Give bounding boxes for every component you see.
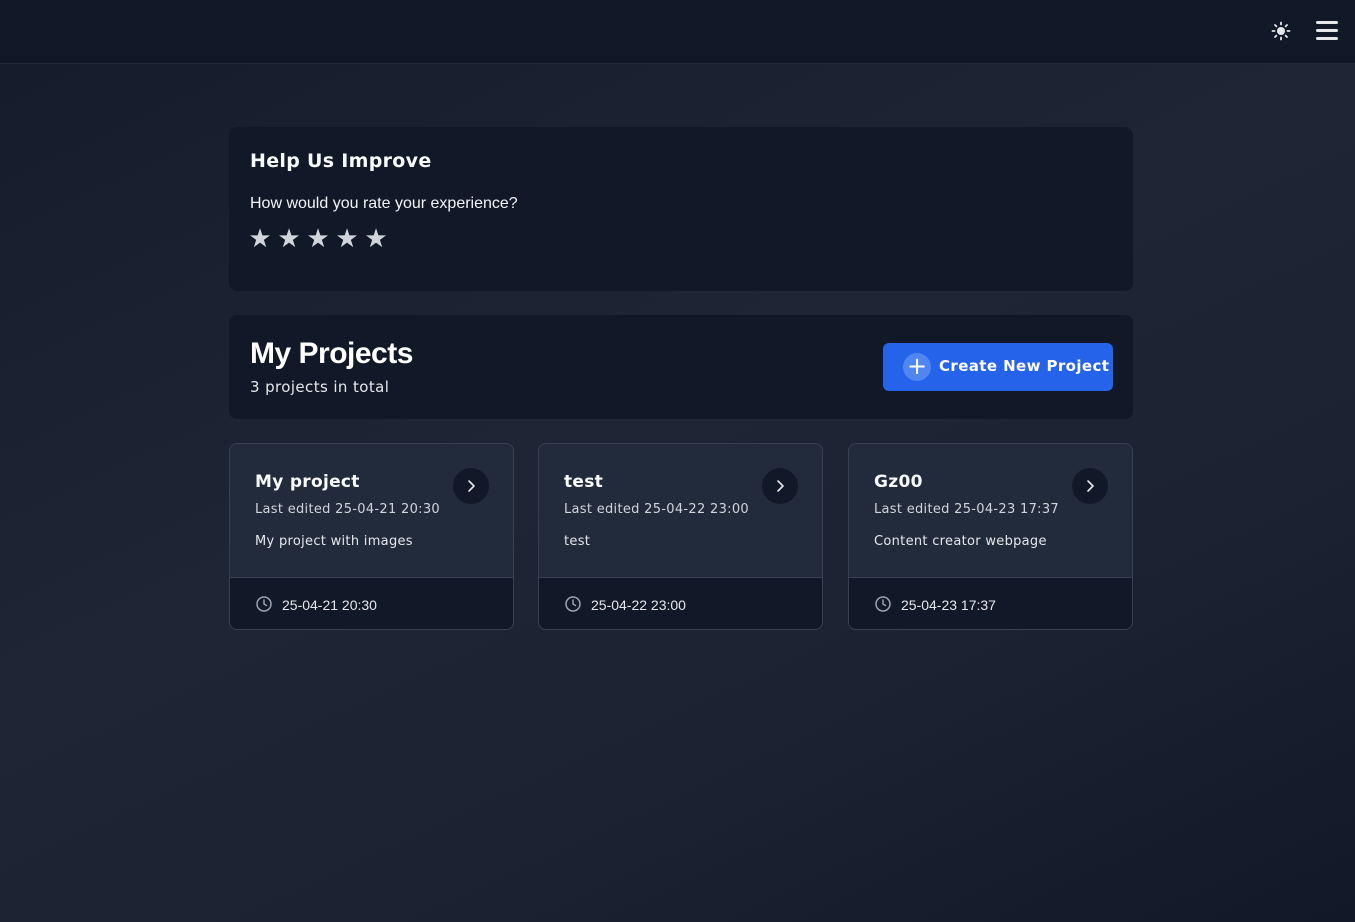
clock-icon xyxy=(565,596,581,612)
star-icon-5[interactable]: ★ xyxy=(364,225,388,253)
star-icon-4[interactable]: ★ xyxy=(335,225,359,253)
projects-header: My Projects 3 projects in total + Create… xyxy=(229,315,1133,419)
chevron-right-graphic xyxy=(777,480,784,492)
chevron-right-icon[interactable] xyxy=(453,468,489,504)
create-new-project-button[interactable]: + Create New Project xyxy=(883,343,1113,391)
project-card-3[interactable]: Gz00 Last edited 25-04-23 17:37 Content … xyxy=(848,443,1133,630)
star-icon-3[interactable]: ★ xyxy=(306,225,330,253)
project-title: Gz00 xyxy=(874,472,923,492)
projects-count: 3 projects in total xyxy=(250,378,390,396)
chevron-right-graphic xyxy=(468,480,475,492)
project-card-footer: 25-04-22 23:00 xyxy=(539,577,822,629)
plus-icon: + xyxy=(903,353,931,381)
menu-bar-line xyxy=(1316,29,1338,32)
hamburger-menu-icon[interactable] xyxy=(1313,18,1341,44)
sun-icon-graphic xyxy=(1271,21,1291,41)
menu-bar-line xyxy=(1316,21,1338,24)
project-description: My project with images xyxy=(255,534,413,549)
feedback-title: Help Us Improve xyxy=(250,150,432,172)
star-icon-2[interactable]: ★ xyxy=(277,225,301,253)
project-last-edited: Last edited 25-04-21 20:30 xyxy=(255,502,440,517)
project-date: 25-04-22 23:00 xyxy=(591,597,686,613)
project-card-1[interactable]: My project Last edited 25-04-21 20:30 My… xyxy=(229,443,514,630)
clock-icon xyxy=(875,596,891,612)
star-icon-1[interactable]: ★ xyxy=(248,225,272,253)
project-description: test xyxy=(564,534,591,549)
chevron-right-icon[interactable] xyxy=(1072,468,1108,504)
project-date: 25-04-21 20:30 xyxy=(282,597,377,613)
sun-icon[interactable] xyxy=(1269,19,1293,43)
page-title: My Projects xyxy=(250,337,413,370)
chevron-right-icon[interactable] xyxy=(762,468,798,504)
create-new-project-label: Create New Project xyxy=(939,357,1110,375)
feedback-card: Help Us Improve How would you rate your … xyxy=(229,127,1133,291)
feedback-question: How would you rate your experience? xyxy=(250,195,518,212)
project-title: test xyxy=(564,472,604,492)
project-date: 25-04-23 17:37 xyxy=(901,597,996,613)
clock-icon xyxy=(256,596,272,612)
project-description: Content creator webpage xyxy=(874,534,1047,549)
project-last-edited: Last edited 25-04-23 17:37 xyxy=(874,502,1059,517)
project-card-footer: 25-04-23 17:37 xyxy=(849,577,1132,629)
star-rating: ★ ★ ★ ★ ★ xyxy=(248,225,388,253)
chevron-right-graphic xyxy=(1087,480,1094,492)
menu-bar-line xyxy=(1316,37,1338,40)
project-card-2[interactable]: test Last edited 25-04-22 23:00 test 25-… xyxy=(538,443,823,630)
top-bar xyxy=(0,0,1355,64)
project-last-edited: Last edited 25-04-22 23:00 xyxy=(564,502,749,517)
project-card-footer: 25-04-21 20:30 xyxy=(230,577,513,629)
project-title: My project xyxy=(255,472,360,492)
